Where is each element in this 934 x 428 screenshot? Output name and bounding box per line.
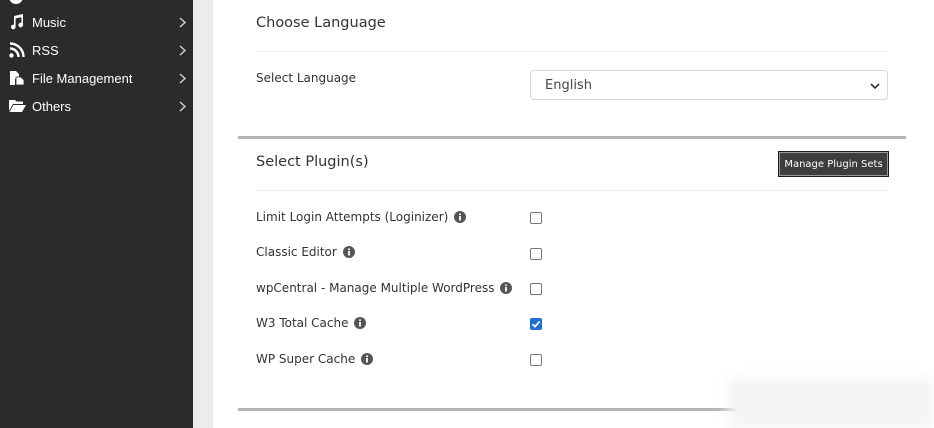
info-icon[interactable] <box>354 317 367 329</box>
chevron-right-icon <box>177 44 187 56</box>
chevron-right-icon <box>177 72 187 84</box>
plugin-label-wpcentral: wpCentral - Manage Multiple WordPress <box>256 281 513 295</box>
section-separator <box>238 136 906 139</box>
section-divider <box>256 190 888 191</box>
sidebar-item-label: RSS <box>32 42 59 58</box>
file-management-icon <box>8 69 26 87</box>
plugin-name: wpCentral - Manage Multiple WordPress <box>256 281 495 295</box>
plugin-label-loginizer: Limit Login Attempts (Loginizer) <box>256 210 467 224</box>
language-select-value: English <box>545 77 592 93</box>
sidebar-item-music[interactable]: Music <box>0 8 193 36</box>
sidebar-item-file-management[interactable]: File Management <box>0 64 193 92</box>
info-icon[interactable] <box>454 211 467 223</box>
sidebar-item-label: Others <box>32 98 72 114</box>
plugin-checkbox-wpcentral[interactable] <box>530 283 542 295</box>
sidebar-item-others[interactable]: Others <box>0 92 193 120</box>
plugin-name: Classic Editor <box>256 245 337 259</box>
plugin-label-w3-total-cache: W3 Total Cache <box>256 316 367 330</box>
folder-open-icon <box>8 97 26 115</box>
partial-top-icon <box>9 0 23 4</box>
music-note-icon <box>8 13 26 31</box>
plugin-checkbox-wp-super-cache[interactable] <box>530 354 542 366</box>
sidebar-item-label: File Management <box>32 70 133 86</box>
sidebar: Music RSS File Management Others <box>0 0 193 428</box>
rss-icon <box>8 41 26 59</box>
plugin-checkbox-w3-total-cache[interactable] <box>530 318 542 330</box>
sidebar-item-label: Music <box>32 14 66 30</box>
select-plugins-heading: Select Plugin(s) <box>256 154 369 170</box>
section-divider <box>256 51 888 52</box>
plugin-name: W3 Total Cache <box>256 316 349 330</box>
chevron-down-icon <box>869 80 881 92</box>
choose-language-heading: Choose Language <box>256 15 386 31</box>
plugin-name: WP Super Cache <box>256 352 356 366</box>
plugin-checkbox-loginizer[interactable] <box>530 212 542 224</box>
plugin-checkbox-classic-editor[interactable] <box>530 248 542 260</box>
chevron-right-icon <box>177 100 187 112</box>
info-icon[interactable] <box>500 282 513 294</box>
blurred-region <box>728 378 934 428</box>
select-language-label: Select Language <box>256 71 357 85</box>
info-icon[interactable] <box>361 353 374 365</box>
info-icon[interactable] <box>342 246 355 258</box>
manage-plugin-sets-button[interactable]: Manage Plugin Sets <box>778 151 889 177</box>
plugin-label-wp-super-cache: WP Super Cache <box>256 352 374 366</box>
sidebar-item-rss[interactable]: RSS <box>0 36 193 64</box>
checkmark-icon <box>531 320 541 328</box>
chevron-right-icon <box>177 16 187 28</box>
plugin-label-classic-editor: Classic Editor <box>256 245 355 259</box>
plugin-name: Limit Login Attempts (Loginizer) <box>256 210 449 224</box>
language-select[interactable]: English <box>530 70 888 100</box>
install-options-panel: Choose Language Select Language English … <box>213 0 934 428</box>
